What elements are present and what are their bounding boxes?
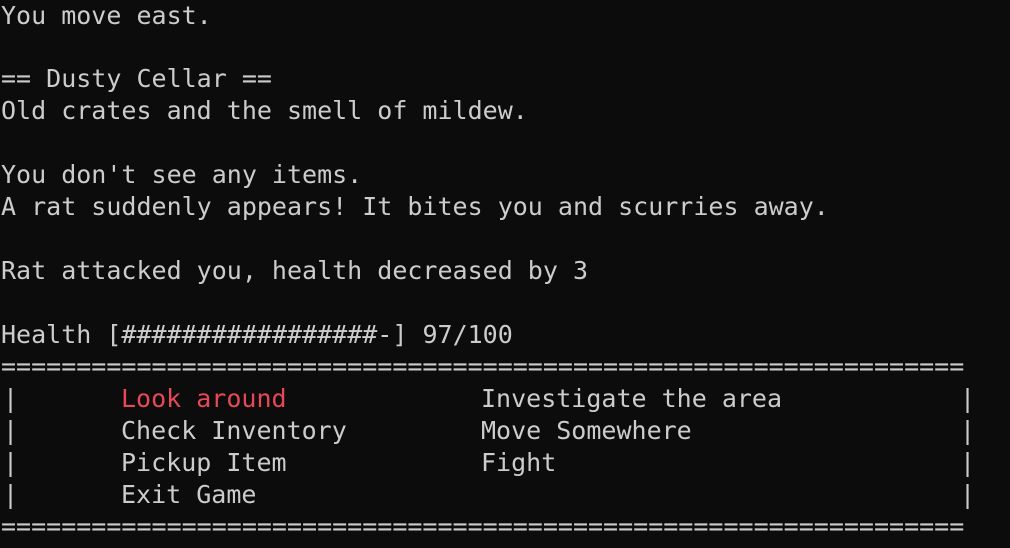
event-message: A rat suddenly appears! It bites you and…: [1, 192, 829, 221]
health-value: 97/100: [422, 320, 513, 349]
health-status: Health [#################-] 97/100: [1, 319, 513, 351]
health-bar: [#################-]: [106, 320, 408, 349]
menu-right-border: |: [960, 384, 976, 413]
menu-left-border: |: [3, 384, 19, 413]
menu-bottom-border: ========================================…: [1, 512, 965, 541]
menu-right-border: |: [960, 416, 976, 445]
menu-option-exit-game[interactable]: Exit Game: [121, 479, 256, 511]
items-message: You don't see any items.: [1, 160, 363, 189]
menu-option-look-around[interactable]: Look around: [121, 383, 287, 415]
room-title: == Dusty Cellar ==: [1, 64, 272, 93]
move-message: You move east.: [1, 1, 212, 30]
menu-left-border: |: [3, 480, 19, 509]
health-label: Health: [1, 320, 92, 349]
menu-option-fight[interactable]: Fight: [481, 447, 556, 479]
menu-option-check-inventory[interactable]: Check Inventory: [121, 415, 347, 447]
menu-right-border: |: [960, 448, 976, 477]
menu-left-border: |: [3, 416, 19, 445]
menu-option-investigate-area[interactable]: Investigate the area: [481, 383, 782, 415]
menu-right-border: |: [960, 480, 976, 509]
menu-option-move-somewhere[interactable]: Move Somewhere: [481, 415, 692, 447]
attack-message: Rat attacked you, health decreased by 3: [1, 256, 588, 285]
game-console: You move east. == Dusty Cellar == Old cr…: [0, 0, 1010, 548]
menu-top-border: ========================================…: [1, 352, 965, 381]
menu-option-pickup-item[interactable]: Pickup Item: [121, 447, 287, 479]
menu-left-border: |: [3, 448, 19, 477]
room-description: Old crates and the smell of mildew.: [1, 96, 528, 125]
